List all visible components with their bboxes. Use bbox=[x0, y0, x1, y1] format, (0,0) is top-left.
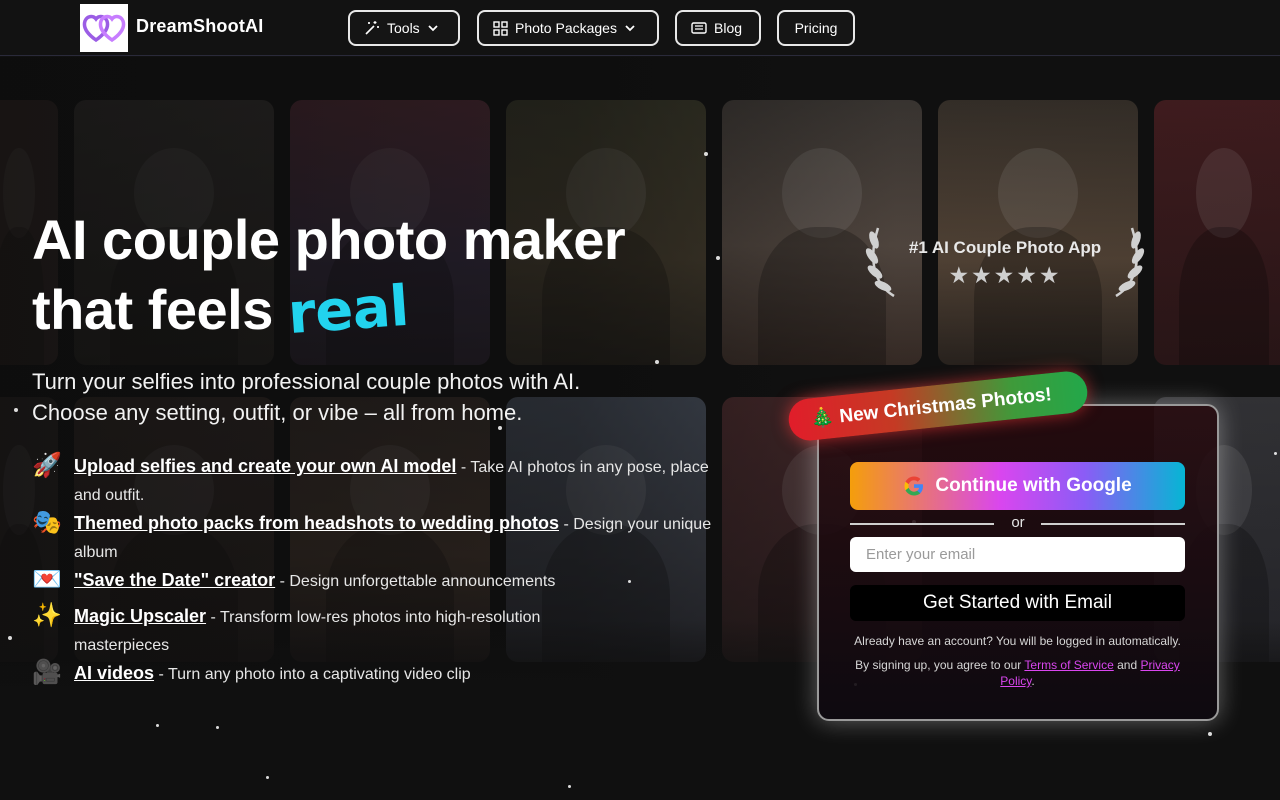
headline-highlight: real bbox=[285, 273, 411, 348]
continue-with-google-button[interactable]: Continue with Google bbox=[850, 462, 1185, 510]
feature-item: 💌 "Save the Date" creator - Design unfor… bbox=[32, 566, 712, 596]
or-separator: or bbox=[1011, 514, 1025, 531]
feature-desc: - Turn any photo into a captivating vide… bbox=[154, 666, 471, 683]
top-navbar: DreamShootAI Tools Photo Packages Blog P… bbox=[0, 0, 1280, 56]
feature-link-ai-videos[interactable]: AI videos bbox=[74, 663, 154, 683]
tools-label: Tools bbox=[387, 20, 420, 36]
newspaper-icon bbox=[691, 22, 707, 34]
feature-item: 🚀 Upload selfies and create your own AI … bbox=[32, 452, 712, 510]
laurel-right-icon bbox=[1115, 227, 1145, 298]
email-input[interactable] bbox=[850, 537, 1185, 572]
feature-link-save-the-date[interactable]: "Save the Date" creator bbox=[74, 570, 275, 590]
feature-item: ✨ Magic Upscaler - Transform low-res pho… bbox=[32, 602, 712, 660]
magic-wand-icon bbox=[365, 21, 379, 35]
grid-icon bbox=[493, 20, 508, 36]
heart-logo-icon bbox=[82, 14, 126, 43]
award-text: #1 AI Couple Photo App bbox=[908, 238, 1102, 257]
sparkles-icon: ✨ bbox=[32, 602, 62, 629]
get-started-email-button[interactable]: Get Started with Email bbox=[850, 585, 1185, 621]
hero-headline: AI couple photo maker that feels real bbox=[32, 205, 732, 347]
rocket-icon: 🚀 bbox=[32, 452, 62, 479]
login-note: Already have an account? You will be log… bbox=[854, 634, 1181, 648]
google-icon bbox=[904, 476, 924, 496]
theater-masks-icon: 🎭 bbox=[32, 509, 62, 536]
subtitle-line-1: Turn your selfies into professional coup… bbox=[32, 369, 581, 394]
subtitle-line-2: Choose any setting, outfit, or vibe – al… bbox=[32, 400, 523, 425]
award-badge: #1 AI Couple Photo App ★★★★★ bbox=[864, 220, 1146, 300]
terms-note: By signing up, you agree to our Terms of… bbox=[855, 658, 1180, 688]
chevron-down-icon bbox=[625, 25, 635, 32]
movie-camera-icon: 🎥 bbox=[32, 659, 62, 686]
hero-subtitle: Turn your selfies into professional coup… bbox=[32, 366, 732, 428]
logo[interactable] bbox=[80, 4, 128, 52]
love-letter-icon: 💌 bbox=[32, 566, 62, 593]
google-button-label: Continue with Google bbox=[935, 475, 1132, 496]
feature-link-photo-packs[interactable]: Themed photo packs from headshots to wed… bbox=[74, 513, 559, 533]
feature-item: 🎭 Themed photo packs from headshots to w… bbox=[32, 509, 712, 567]
feature-desc: - Design unforgettable announcements bbox=[275, 573, 556, 590]
headline-line-2: that feels bbox=[32, 278, 288, 341]
pricing-label: Pricing bbox=[794, 20, 838, 36]
headline-line-1: AI couple photo maker bbox=[32, 208, 626, 271]
feature-item: 🎥 AI videos - Turn any photo into a capt… bbox=[32, 659, 712, 689]
pricing-link-button[interactable]: Pricing bbox=[777, 10, 855, 46]
tools-menu-button[interactable]: Tools bbox=[348, 10, 460, 46]
terms-of-service-link[interactable]: Terms of Service bbox=[1024, 658, 1113, 672]
feature-link-magic-upscaler[interactable]: Magic Upscaler bbox=[74, 606, 206, 626]
brand-name[interactable]: DreamShootAI bbox=[136, 16, 263, 37]
chevron-down-icon bbox=[428, 25, 438, 32]
feature-link-ai-model[interactable]: Upload selfies and create your own AI mo… bbox=[74, 456, 456, 476]
blog-label: Blog bbox=[714, 20, 743, 36]
photo-packages-menu-button[interactable]: Photo Packages bbox=[477, 10, 659, 46]
divider-left bbox=[850, 523, 994, 525]
divider-right bbox=[1041, 523, 1185, 525]
photo-packages-label: Photo Packages bbox=[515, 20, 617, 36]
blog-link-button[interactable]: Blog bbox=[675, 10, 761, 46]
five-star-rating: ★★★★★ bbox=[948, 262, 1062, 288]
